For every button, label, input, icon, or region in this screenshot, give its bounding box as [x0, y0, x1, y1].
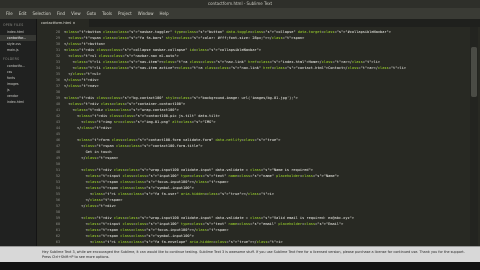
status-message: Hey Sublime Text 3, while we encouraged … — [42, 250, 465, 259]
code-editor[interactable]: <class="t">button class=class="s">"navba… — [64, 27, 469, 246]
line-number-gutter: 28 29 30 31 32 33 34 35 36 37 38 39 40 41 42 43 44 45 46 47… — [37, 27, 63, 246]
line-number: 63 — [55, 240, 60, 244]
scrollbar-thumb[interactable] — [471, 47, 477, 97]
menu-item-edit[interactable]: Edit — [19, 11, 27, 16]
code-line: <class="t">li class=class="s">"nav-item … — [64, 66, 407, 70]
menu-item-view[interactable]: View — [71, 11, 81, 16]
editor-window: contactform.html - Sublime Text File Edit… — [0, 0, 480, 270]
menu-item-goto[interactable]: Goto — [87, 11, 97, 16]
menu-item-file[interactable]: File — [6, 11, 13, 16]
code-line: </class="t">div> — [64, 204, 116, 208]
code-line: <class="t">i class=class="s">"fa fa-enve… — [64, 240, 283, 244]
tab-contactform[interactable]: contactform.html × — [37, 19, 89, 27]
bottom-strip — [0, 262, 480, 270]
code-line: </class="t">span> — [64, 156, 119, 160]
sidebar-section-header: OPEN FILES — [3, 23, 24, 27]
menu-item-selection[interactable]: Selection — [32, 11, 50, 16]
tab-bar: contactform.html × — [37, 19, 480, 27]
sidebar-item[interactable]: index.html — [0, 99, 36, 105]
menu-item-help[interactable]: Help — [159, 11, 168, 16]
sidebar-item[interactable]: main.js — [0, 47, 36, 53]
vertical-scrollbar[interactable] — [470, 27, 478, 246]
menu-item-find[interactable]: Find — [57, 11, 65, 16]
menu-item-project[interactable]: Project — [118, 11, 132, 16]
sidebar-section-header: FOLDERS — [3, 57, 20, 61]
code-line: </class="t">div> — [64, 126, 112, 130]
menu-item-tools[interactable]: Tools — [102, 11, 112, 16]
code-line: </class="t">nav> — [64, 84, 99, 88]
menu-item-window[interactable]: Window — [138, 11, 154, 16]
sidebar: OPEN FILES index.html contactfor... style.c… — [0, 19, 37, 246]
menu-bar: File Edit Selection Find View Goto Tools Projec… — [0, 8, 480, 19]
status-message-bar: Hey Sublime Text 3, while we encouraged … — [0, 246, 480, 263]
window-title: contactform.html - Sublime Text — [0, 0, 480, 8]
